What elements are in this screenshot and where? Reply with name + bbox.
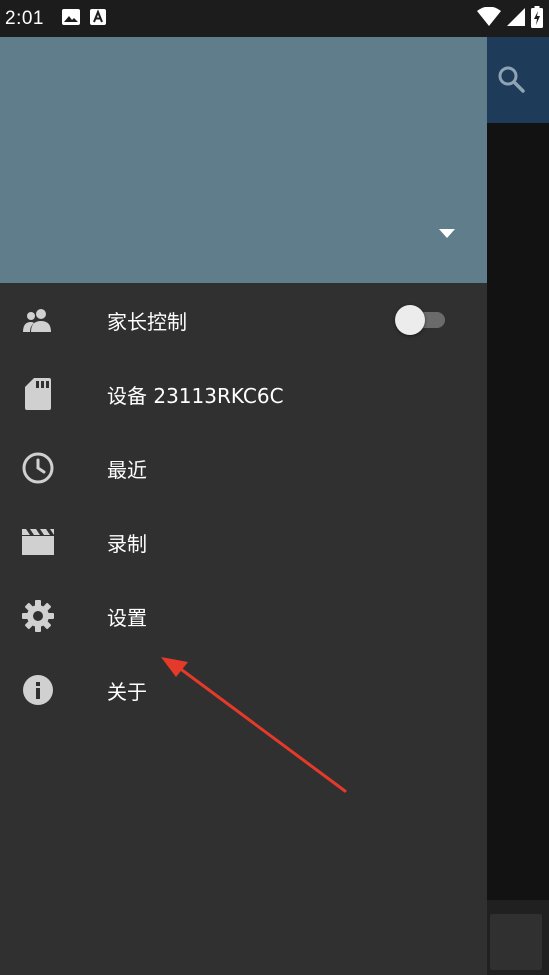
gear-icon — [21, 599, 55, 633]
menu-item-recent[interactable]: 最近 — [0, 431, 487, 505]
parental-control-toggle[interactable] — [395, 305, 447, 335]
menu-item-label: 最近 — [107, 457, 147, 482]
bottom-panel — [487, 900, 549, 975]
background-app — [487, 37, 549, 975]
search-icon[interactable] — [497, 65, 525, 97]
image-icon — [61, 8, 80, 29]
menu-item-device[interactable]: 设备 23113RKC6C — [0, 357, 487, 431]
navigation-drawer: 家长控制 设备 23113RKC6C 最近 录制 设置 关于 — [0, 37, 487, 975]
menu-item-label: 录制 — [107, 531, 147, 556]
drawer-menu: 家长控制 设备 23113RKC6C 最近 录制 设置 关于 — [0, 283, 487, 727]
drawer-header — [0, 37, 487, 283]
menu-item-label: 设备 23113RKC6C — [107, 383, 284, 408]
toggle-thumb — [395, 305, 425, 335]
signal-icon — [507, 7, 525, 30]
wifi-icon — [477, 6, 501, 31]
sd-card-icon — [21, 377, 55, 411]
menu-item-label: 家长控制 — [107, 309, 187, 334]
menu-item-label: 关于 — [107, 679, 147, 704]
menu-item-label: 设置 — [107, 605, 147, 630]
battery-charging-icon — [531, 5, 543, 32]
info-icon — [21, 673, 55, 707]
menu-item-about[interactable]: 关于 — [0, 653, 487, 727]
menu-item-parental-control[interactable]: 家长控制 — [0, 283, 487, 357]
menu-item-recordings[interactable]: 录制 — [0, 505, 487, 579]
film-icon — [21, 525, 55, 559]
people-icon — [21, 303, 55, 337]
clock-icon — [21, 451, 55, 485]
status-time: 2:01 — [5, 7, 44, 29]
thumbnail-card[interactable] — [490, 914, 542, 970]
menu-item-settings[interactable]: 设置 — [0, 579, 487, 653]
app-bar — [487, 37, 549, 123]
a-badge-icon — [89, 8, 106, 29]
status-bar: 2:01 — [0, 0, 549, 37]
dropdown-arrow-icon[interactable] — [439, 224, 455, 243]
